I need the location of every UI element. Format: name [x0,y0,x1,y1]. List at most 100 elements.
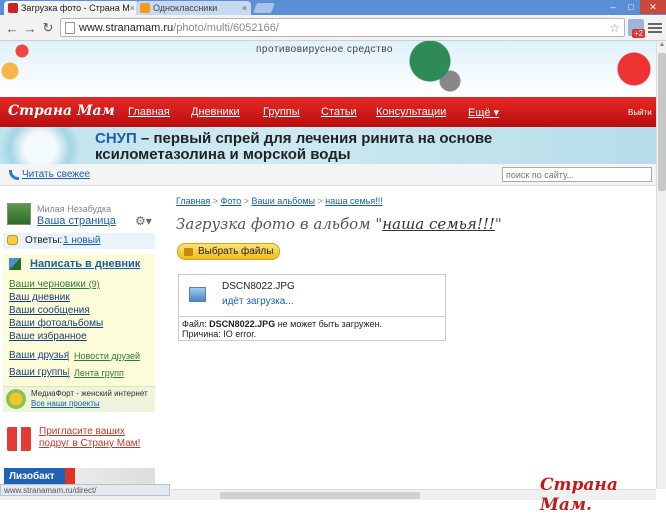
tab-label: Одноклассники [153,3,218,13]
sidebar-item-messages[interactable]: Ваши сообщения [9,305,90,316]
ad-graphic [0,127,90,164]
breadcrumb-home[interactable]: Главная [176,196,210,206]
mediafort-logo-icon [6,389,26,409]
write-diary-link[interactable]: Написать в дневник [30,258,140,270]
sidebar-item-groups[interactable]: Ваши группы [9,367,70,378]
lizobakt-ad[interactable]: Лизобакт [3,468,155,484]
ad-banner[interactable]: СНУП – первый спрей для лечения ринита н… [0,127,656,164]
sub-toolbar: Читать свежее [0,164,656,186]
title-prefix: Загрузка фото в альбом " [176,215,383,233]
folder-icon [184,247,193,256]
drafts-link[interactable]: Ваши черновики (9) [9,279,100,290]
vertical-scrollbar[interactable]: ▲ [656,41,666,489]
nav-consultations[interactable]: Консультации [376,106,446,118]
all-projects-link[interactable]: Все наши проекты [31,399,100,408]
back-arrow-icon[interactable]: ← [4,20,20,36]
user-box: Милая Незабудка Ваша страница ⚙▾ [3,201,155,231]
upload-item: DSCN8022.JPG идёт загрузка... Файл: DSCN… [178,274,446,341]
user-title: Милая Незабудка [37,204,112,214]
invite-friends-link[interactable]: Пригласите ваших подруг в Страну Мам! [39,426,149,450]
horizontal-scroll-thumb[interactable] [220,492,420,499]
sidebar: Милая Незабудка Ваша страница ⚙▾ Ответы:… [0,196,158,484]
error-file-line: Файл: DSCN8022.JPG не может быть загруже… [182,319,442,329]
breadcrumb-separator: > [241,196,252,206]
window-minimize-button[interactable]: – [604,0,622,14]
reason-label: Причина: [182,329,221,339]
tab-odnoklassniki[interactable]: Одноклассники × [136,1,251,15]
avatar[interactable] [7,203,31,225]
tab-close-icon[interactable]: × [242,3,247,13]
stranamam-favicon-icon [8,3,18,13]
title-suffix: " [494,215,502,233]
site-header-banner: противовирусное средство [0,41,656,97]
chevron-down-icon: ▾ [490,107,500,119]
page-icon [65,21,75,34]
ad-line1-text: – первый спрей для лечения ринита на осн… [136,130,493,147]
drafts-count: (9) [88,279,100,289]
breadcrumb-albums[interactable]: Ваши альбомы [251,196,315,206]
tab-upload-photo[interactable]: Загрузка фото - Страна М × [4,1,139,15]
answers-box: Ответы: 1 новый [3,233,155,249]
separator: | [67,367,70,379]
gift-icon [7,427,31,451]
breadcrumb-album[interactable]: наша семья!!! [325,196,382,206]
odnoklassniki-favicon-icon [140,3,150,13]
bookmark-star-icon[interactable]: ☆ [609,21,620,35]
breadcrumb-photo[interactable]: Фото [221,196,242,206]
album-link[interactable]: наша семья!!! [382,215,495,233]
drafts-label: Ваши черновики [9,279,86,290]
groups-feed-link[interactable]: Лента групп [74,368,124,378]
read-fresh-link[interactable]: Читать свежее [22,169,90,180]
christmas-tree-decoration [400,41,470,97]
ad-headline-line1: СНУП – первый спрей для лечения ринита н… [95,130,492,147]
pencil-notepad-icon [9,258,21,270]
status-bar: www.stranamam.ru/direct/ [0,484,170,496]
browser-menu-icon[interactable] [648,21,662,34]
nav-groups[interactable]: Группы [263,106,300,118]
nav-diaries[interactable]: Дневники [191,106,240,118]
decoration-left [0,41,30,97]
breadcrumb-separator: > [315,196,326,206]
sidebar-item-favorites[interactable]: Ваше избранное [9,331,87,342]
your-page-link[interactable]: Ваша страница [37,215,116,227]
sidebar-item-friends[interactable]: Ваши друзья [9,350,69,361]
breadcrumb-separator: > [210,196,221,206]
site-search-input[interactable] [502,167,652,182]
reload-icon[interactable]: ↻ [40,20,56,36]
answers-new-link[interactable]: 1 новый [63,235,101,246]
nav-more[interactable]: Ещё ▾ [468,106,499,119]
decoration-right [610,41,656,97]
extension-badge: +2 [632,29,646,38]
logout-link[interactable]: Выйти [628,108,652,117]
site-logo[interactable]: Страна Мам [8,103,115,119]
invite-box: Пригласите ваших подруг в Страну Мам! [3,424,155,458]
gear-icon[interactable]: ⚙▾ [135,214,152,228]
sidebar-item-diary[interactable]: Ваш дневник [9,292,70,303]
sidebar-item-albums[interactable]: Ваши фотоальбомы [9,318,103,329]
window-maximize-button[interactable]: □ [622,0,640,14]
address-bar[interactable]: www.stranamam.ru/photo/multi/6052166/ ☆ [60,18,625,37]
rss-icon [9,170,19,180]
nav-articles[interactable]: Статьи [321,106,357,118]
browser-toolbar: ← → ↻ www.stranamam.ru/photo/multi/60521… [0,15,666,41]
url-path: /photo/multi/6052166/ [173,21,279,34]
ad-tagline: противовирусное средство [256,44,393,55]
browser-tab-strip: Загрузка фото - Страна М × Одноклассники… [0,0,666,15]
lizobakt-accent [65,468,75,484]
image-file-icon [189,287,206,302]
new-tab-button[interactable] [253,3,275,13]
lizobakt-label: Лизобакт [4,468,74,484]
tab-close-icon[interactable]: × [130,3,135,13]
ad-headline-line2: ксилометазолина и морской воды [95,146,351,163]
vertical-scroll-thumb[interactable] [658,53,666,191]
scroll-up-arrow-icon[interactable]: ▲ [658,41,666,50]
forward-arrow-icon[interactable]: → [22,20,38,36]
upload-filename: DSCN8022.JPG [222,281,295,292]
nav-home[interactable]: Главная [128,106,170,118]
url-host: www.stranamam.ru [79,21,174,34]
mediafort-box: МедиаФорт - женский интернет Все наши пр… [3,386,155,412]
select-files-button[interactable]: Выбрать файлы [177,243,280,260]
friends-news-link[interactable]: Новости друзей [74,351,140,361]
window-close-button[interactable]: ✕ [640,0,666,14]
mediafort-text: МедиаФорт - женский интернет [31,389,148,398]
